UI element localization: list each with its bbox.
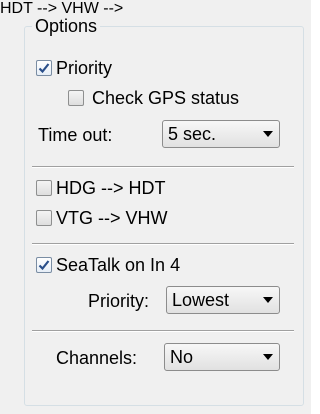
options-panel: Options Priority Check GPS status Time o… [0, 0, 311, 414]
dropdown-arrow-icon [257, 121, 279, 147]
check-gps-checkbox-row[interactable]: Check GPS status [68, 88, 239, 108]
timeout-dropdown[interactable]: 5 sec. [162, 120, 280, 148]
checkmark-icon [38, 260, 50, 271]
priority-checkbox[interactable] [36, 60, 52, 76]
options-group-title: Options [32, 16, 101, 36]
seatalk-checkbox[interactable] [36, 257, 52, 273]
hdg-hdt-checkbox-row[interactable]: HDG --> HDT [36, 178, 166, 198]
check-gps-checkbox[interactable] [68, 90, 84, 106]
vtg-vhw-checkbox[interactable] [36, 210, 52, 226]
checkmark-icon [38, 63, 50, 74]
seatalk-priority-value: Lowest [172, 289, 230, 310]
hdg-hdt-label: HDG --> HDT [56, 178, 166, 198]
separator [32, 243, 294, 245]
hdg-hdt-checkbox[interactable] [36, 180, 52, 196]
vtg-vhw-label: VTG --> VHW [56, 208, 168, 228]
separator [32, 330, 294, 332]
priority-checkbox-row[interactable]: Priority [36, 58, 112, 78]
timeout-value: 5 sec. [168, 123, 217, 144]
separator [32, 166, 294, 168]
seatalk-checkbox-row[interactable]: SeaTalk on In 4 [36, 255, 180, 275]
seatalk-priority-dropdown[interactable]: Lowest [166, 286, 280, 314]
timeout-label: Time out: [38, 125, 113, 145]
channels-label: Channels: [56, 348, 138, 368]
channels-value: No [170, 346, 194, 367]
priority-label: Priority [56, 58, 113, 78]
seatalk-label: SeaTalk on In 4 [56, 255, 181, 275]
vtg-vhw-checkbox-row[interactable]: VTG --> VHW [36, 208, 168, 228]
dropdown-arrow-icon [257, 287, 279, 313]
check-gps-label: Check GPS status [92, 88, 240, 108]
channels-dropdown[interactable]: No [164, 343, 280, 371]
dropdown-arrow-icon [257, 344, 279, 370]
seatalk-priority-label: Priority: [88, 291, 150, 311]
